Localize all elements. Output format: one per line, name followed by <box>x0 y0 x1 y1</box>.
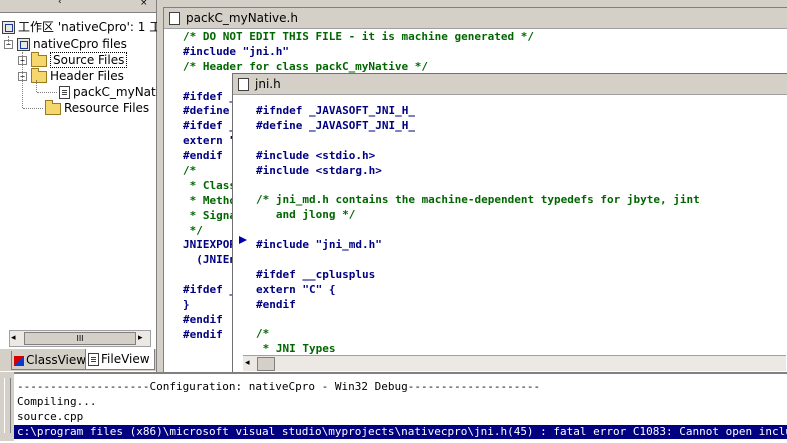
editor-window-jni-title: jni.h <box>255 77 281 91</box>
code-line: #include "jni_md.h" <box>256 238 382 252</box>
tree-line <box>23 108 43 110</box>
output-grip[interactable] <box>4 378 11 433</box>
code-line: #include <stdarg.h> <box>256 163 382 177</box>
code-line: #include <stdio.h> <box>256 148 376 162</box>
document-icon <box>169 12 180 25</box>
tree-workspace-root[interactable]: 工作区 'nativeCpro': 1 工 <box>2 19 161 35</box>
editor-window-jni[interactable]: jni.h #ifndef _JAVASOFT_JNI_H_ #define _J… <box>232 73 787 374</box>
output-line: source.cpp <box>17 410 84 423</box>
scroll-thumb[interactable]: III <box>24 332 136 345</box>
tab-classview-label: ClassView <box>26 353 87 367</box>
workspace-tab-strip: ClassView FileView <box>0 349 156 371</box>
code-line: and jlong */ <box>256 208 356 222</box>
code-line: #endif <box>256 297 296 311</box>
code-line: #include "jni.h" <box>183 44 289 58</box>
classview-icon <box>14 355 24 366</box>
source-files-label: Source Files <box>50 52 128 68</box>
tree-project[interactable]: nativeCpro files <box>17 36 127 52</box>
document-icon <box>238 78 249 91</box>
code-line: /* <box>256 327 270 341</box>
editor-gutter <box>233 95 249 371</box>
scroll-thumb-grip: III <box>76 334 84 343</box>
workspace-horizontal-scrollbar[interactable]: ◂ III ▸ <box>9 330 151 347</box>
tab-classview[interactable]: ClassView <box>11 351 92 370</box>
fileview-icon <box>88 353 99 366</box>
output-error-line[interactable]: c:\program files (x86)\microsoft visual … <box>14 425 787 439</box>
scroll-right-icon[interactable]: ▸ <box>138 331 143 345</box>
folder-icon <box>45 99 61 115</box>
project-label: nativeCpro files <box>33 37 127 51</box>
file-icon <box>59 86 70 99</box>
header-files-label: Header Files <box>50 69 124 83</box>
code-editor-jni[interactable]: #ifndef _JAVASOFT_JNI_H_ #define _JAVASOF… <box>256 104 700 372</box>
folder-icon <box>31 51 47 67</box>
header-child-label: packC_myNativ <box>73 85 167 99</box>
workspace-icon <box>2 21 15 34</box>
tree-file-header-child[interactable]: packC_myNativ <box>59 84 166 100</box>
code-line: #ifdef __cplusplus <box>256 267 376 281</box>
tree-line <box>37 92 57 94</box>
code-line: #define _JAVASOFT_JNI_H_ <box>256 118 415 132</box>
editor-window-packc-titlebar[interactable]: packC_myNative.h <box>164 8 787 29</box>
tab-fileview-label: FileView <box>101 352 150 366</box>
tree-line <box>22 52 24 108</box>
project-icon <box>17 38 30 51</box>
output-gutter <box>0 372 14 441</box>
editor-window-packc-title: packC_myNative.h <box>186 11 298 25</box>
resource-files-label: Resource Files <box>64 101 150 115</box>
scroll-thumb[interactable] <box>257 357 275 371</box>
workspace-title: 工作区 'nativeCpro': 1 工 <box>18 20 162 34</box>
tree-folder-header[interactable]: Header Files <box>31 67 124 84</box>
scroll-left-icon[interactable]: ◂ <box>11 331 16 345</box>
workspace-top-bar: ‹ × <box>0 0 156 13</box>
close-pane-icon[interactable]: × <box>140 0 148 8</box>
output-line: --------------------Configuration: nativ… <box>17 380 541 393</box>
editor-window-jni-titlebar[interactable]: jni.h <box>233 74 787 95</box>
tree-line <box>36 80 38 92</box>
code-line: /* DO NOT EDIT THIS FILE - it is machine… <box>183 30 534 43</box>
output-line: Compiling... <box>17 395 97 408</box>
workspace-pane: ‹ × 工作区 'nativeCpro': 1 工 − nativeCpro f… <box>0 0 166 372</box>
tree-folder-source[interactable]: Source Files <box>31 51 128 68</box>
jni-horizontal-scrollbar[interactable]: ◂ <box>243 355 786 371</box>
scroll-left-icon[interactable]: ◂ <box>245 356 250 371</box>
chevron-left-icon[interactable]: ‹ <box>58 0 62 7</box>
breakpoint-arrow-icon <box>239 236 247 244</box>
code-line: /* jni_md.h contains the machine-depende… <box>256 193 700 207</box>
folder-open-icon <box>31 67 47 83</box>
tab-fileview[interactable]: FileView <box>85 349 155 370</box>
code-line: #ifndef _JAVASOFT_JNI_H_ <box>256 104 415 117</box>
tree-line <box>8 36 10 44</box>
tree-folder-resource[interactable]: Resource Files <box>45 99 150 116</box>
code-line: extern "C" { <box>256 282 336 296</box>
